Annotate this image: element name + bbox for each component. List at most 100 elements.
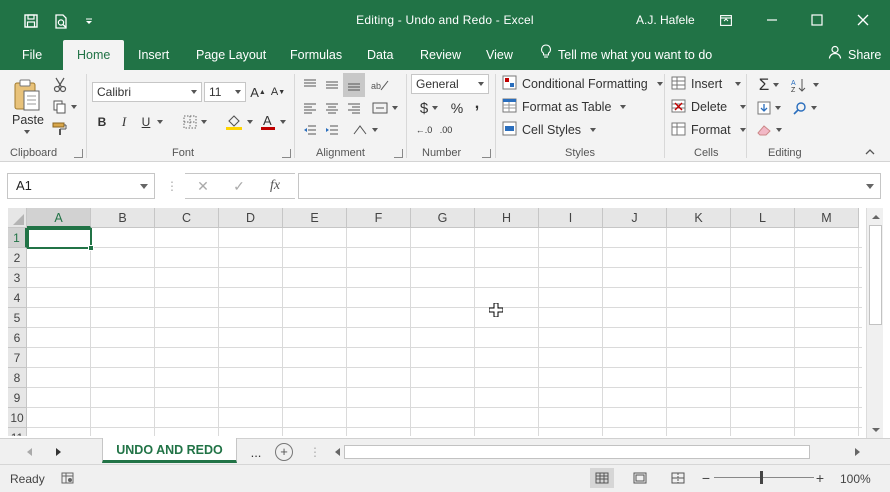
percent-button[interactable]: % <box>448 98 466 118</box>
paste-button[interactable]: Paste <box>8 112 48 128</box>
tab-split-grip-icon[interactable]: ⋮ <box>309 444 321 460</box>
maximize-icon[interactable] <box>807 10 827 30</box>
align-left-icon[interactable] <box>300 98 320 118</box>
borders-icon[interactable] <box>180 113 210 131</box>
align-center-icon[interactable] <box>322 98 342 118</box>
user-name[interactable]: A.J. Hafele <box>636 13 695 27</box>
cut-icon[interactable] <box>50 76 70 94</box>
clipboard-launcher-icon[interactable] <box>74 149 83 158</box>
scroll-tabs-right-icon[interactable] <box>52 445 66 459</box>
top-align-icon[interactable] <box>300 75 320 95</box>
row-header-3[interactable]: 3 <box>8 268 27 288</box>
normal-view-icon[interactable] <box>590 468 614 488</box>
format-painter-icon[interactable] <box>50 120 70 138</box>
scroll-down-icon[interactable] <box>869 424 882 436</box>
page-break-view-icon[interactable] <box>666 468 690 488</box>
insert-cells-button[interactable]: Insert <box>671 74 742 94</box>
decrease-indent-icon[interactable] <box>300 120 320 140</box>
tab-home[interactable]: Home <box>63 40 125 70</box>
font-size-select[interactable]: 11 <box>204 82 246 102</box>
tell-me-search[interactable]: Tell me what you want to do <box>540 40 712 70</box>
tab-view[interactable]: View <box>476 40 523 70</box>
column-header-g[interactable]: G <box>411 208 475 228</box>
tab-file[interactable]: File <box>12 40 52 70</box>
horizontal-scrollbar[interactable] <box>332 444 864 460</box>
tab-insert[interactable]: Insert <box>128 40 179 70</box>
underline-dropdown-icon[interactable] <box>155 113 165 131</box>
worksheet-grid[interactable]: ABCDEFGHIJKLM 1234567891011 <box>8 208 862 436</box>
new-sheet-button[interactable]: + <box>275 443 293 461</box>
horizontal-scroll-thumb[interactable] <box>344 445 810 459</box>
confirm-entry-button[interactable]: ✓ <box>221 174 257 198</box>
italic-button[interactable]: I <box>116 113 132 131</box>
fill-handle[interactable] <box>88 245 94 251</box>
autosum-icon[interactable]: Σ <box>754 74 784 96</box>
tab-data[interactable]: Data <box>357 40 403 70</box>
column-header-f[interactable]: F <box>347 208 411 228</box>
column-header-c[interactable]: C <box>155 208 219 228</box>
scroll-left-icon[interactable] <box>332 446 342 458</box>
column-header-e[interactable]: E <box>283 208 347 228</box>
underline-button[interactable]: U <box>138 113 154 131</box>
alignment-launcher-icon[interactable] <box>394 149 403 158</box>
fill-color-icon[interactable] <box>224 112 254 132</box>
cell-styles-button[interactable]: Cell Styles <box>502 120 597 140</box>
ribbon-display-options-icon[interactable] <box>716 10 736 30</box>
sort-filter-icon[interactable]: AZ <box>790 74 820 96</box>
column-header-h[interactable]: H <box>475 208 539 228</box>
middle-align-icon[interactable] <box>322 75 342 95</box>
row-header-11[interactable]: 11 <box>8 428 27 436</box>
scroll-up-icon[interactable] <box>869 210 882 222</box>
column-header-d[interactable]: D <box>219 208 283 228</box>
orientation-icon[interactable]: ab <box>368 75 392 95</box>
row-header-1[interactable]: 1 <box>8 228 27 248</box>
format-cells-button[interactable]: Format <box>671 120 746 140</box>
bold-button[interactable]: B <box>94 113 110 131</box>
row-header-9[interactable]: 9 <box>8 388 27 408</box>
fill-icon[interactable] <box>754 97 784 119</box>
cancel-entry-button[interactable]: ✕ <box>185 174 221 198</box>
font-family-select[interactable]: Calibri <box>92 82 202 102</box>
tab-page-layout[interactable]: Page Layout <box>186 40 276 70</box>
select-all-button[interactable] <box>8 208 27 228</box>
tab-review[interactable]: Review <box>410 40 471 70</box>
column-header-i[interactable]: I <box>539 208 603 228</box>
copy-icon[interactable] <box>50 98 80 116</box>
row-header-5[interactable]: 5 <box>8 308 27 328</box>
column-header-j[interactable]: J <box>603 208 667 228</box>
minimize-icon[interactable] <box>762 10 782 30</box>
formula-input[interactable] <box>298 173 881 199</box>
number-format-select[interactable]: General <box>411 74 489 94</box>
active-cell-a1[interactable] <box>27 228 92 249</box>
format-as-table-button[interactable]: Format as Table <box>502 97 627 117</box>
paste-dropdown-icon[interactable] <box>22 128 32 136</box>
row-header-7[interactable]: 7 <box>8 348 27 368</box>
scroll-right-icon[interactable] <box>852 446 862 458</box>
macro-record-icon[interactable] <box>60 471 74 485</box>
find-select-icon[interactable] <box>790 97 820 119</box>
sheet-tab-undo-and-redo[interactable]: UNDO AND REDO <box>102 438 237 463</box>
column-header-l[interactable]: L <box>731 208 795 228</box>
formula-bar-grip-icon[interactable]: ⋮ <box>166 178 178 194</box>
more-sheets-button[interactable]: ... <box>246 443 266 461</box>
column-header-k[interactable]: K <box>667 208 731 228</box>
font-launcher-icon[interactable] <box>282 149 291 158</box>
conditional-formatting-button[interactable]: Conditional Formatting <box>502 74 663 94</box>
comma-button[interactable]: , <box>470 94 484 114</box>
insert-function-button[interactable]: fx <box>257 174 293 198</box>
vertical-scrollbar[interactable] <box>866 208 883 440</box>
share-button[interactable]: Share <box>828 40 881 70</box>
row-header-2[interactable]: 2 <box>8 248 27 268</box>
decrease-decimal-button[interactable]: .00 <box>436 121 456 139</box>
zoom-slider-thumb[interactable] <box>760 471 763 484</box>
collapse-ribbon-icon[interactable] <box>862 144 878 158</box>
close-icon[interactable] <box>853 10 873 30</box>
column-header-m[interactable]: M <box>795 208 859 228</box>
row-header-6[interactable]: 6 <box>8 328 27 348</box>
number-launcher-icon[interactable] <box>482 149 491 158</box>
increase-decimal-button[interactable]: ←.0 <box>412 121 436 139</box>
font-color-icon[interactable]: A <box>258 112 288 132</box>
clear-icon[interactable] <box>754 120 784 140</box>
column-header-b[interactable]: B <box>91 208 155 228</box>
zoom-out-button[interactable]: − <box>700 470 712 486</box>
